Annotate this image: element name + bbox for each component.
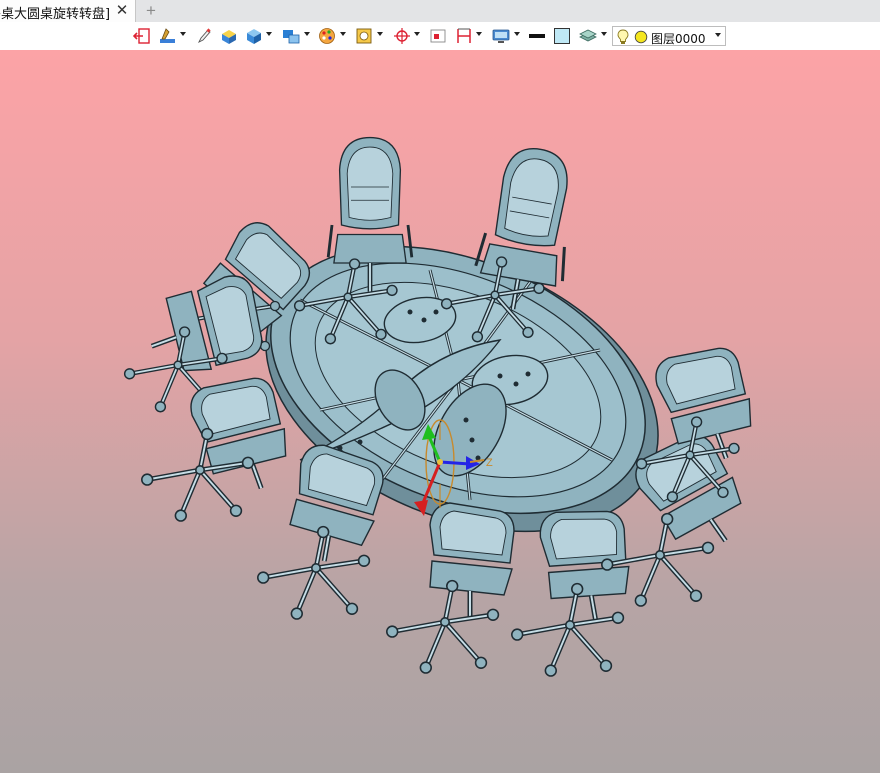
line-color-icon[interactable]: [528, 27, 546, 45]
exit-icon[interactable]: [133, 27, 151, 45]
toolbar: 图层0000: [0, 22, 880, 50]
tab-bar: 餐桌大圆桌旋转转盘] ✕ +: [0, 0, 880, 22]
snap-dropdown-icon[interactable]: [414, 32, 420, 36]
chair[interactable]: [387, 503, 514, 673]
document-tab[interactable]: 餐桌大圆桌旋转转盘] ✕: [0, 0, 136, 22]
frame-icon[interactable]: [355, 27, 373, 45]
close-icon[interactable]: ✕: [113, 0, 131, 22]
bulb-icon[interactable]: [617, 29, 629, 45]
fill-color-icon[interactable]: [553, 27, 571, 45]
layer-select[interactable]: 图层0000: [612, 26, 726, 46]
display-icon[interactable]: [491, 27, 511, 45]
layer-dropdown-icon[interactable]: [715, 33, 721, 37]
layers-icon[interactable]: [578, 27, 598, 45]
view-icon[interactable]: [281, 27, 301, 45]
plane-icon[interactable]: [429, 27, 447, 45]
display-dropdown-icon[interactable]: [514, 32, 520, 36]
measure-dropdown-icon[interactable]: [476, 32, 482, 36]
tab-title: 餐桌大圆桌旋转转盘]: [0, 7, 111, 22]
chair[interactable]: [258, 442, 388, 619]
layer-name: 图层0000: [651, 32, 706, 46]
add-tab-icon[interactable]: +: [142, 0, 160, 22]
pen-icon[interactable]: [196, 27, 212, 45]
solid-box-icon[interactable]: [220, 27, 238, 45]
layer-color-icon[interactable]: [634, 30, 648, 44]
model-scene[interactable]: Z: [0, 50, 880, 773]
cube-dropdown-icon[interactable]: [266, 32, 272, 36]
frame-dropdown-icon[interactable]: [377, 32, 383, 36]
view-dropdown-icon[interactable]: [304, 32, 310, 36]
3d-viewport[interactable]: Z: [0, 50, 880, 773]
snap-icon[interactable]: [393, 27, 411, 45]
palette-icon[interactable]: [318, 27, 336, 45]
cube-icon[interactable]: [245, 27, 263, 45]
layers-dropdown-icon[interactable]: [601, 32, 607, 36]
axis-z-label: Z: [486, 457, 493, 469]
sketch-icon[interactable]: [157, 27, 177, 45]
palette-dropdown-icon[interactable]: [340, 32, 346, 36]
measure-icon[interactable]: [455, 27, 473, 45]
sketch-dropdown-icon[interactable]: [180, 32, 186, 36]
